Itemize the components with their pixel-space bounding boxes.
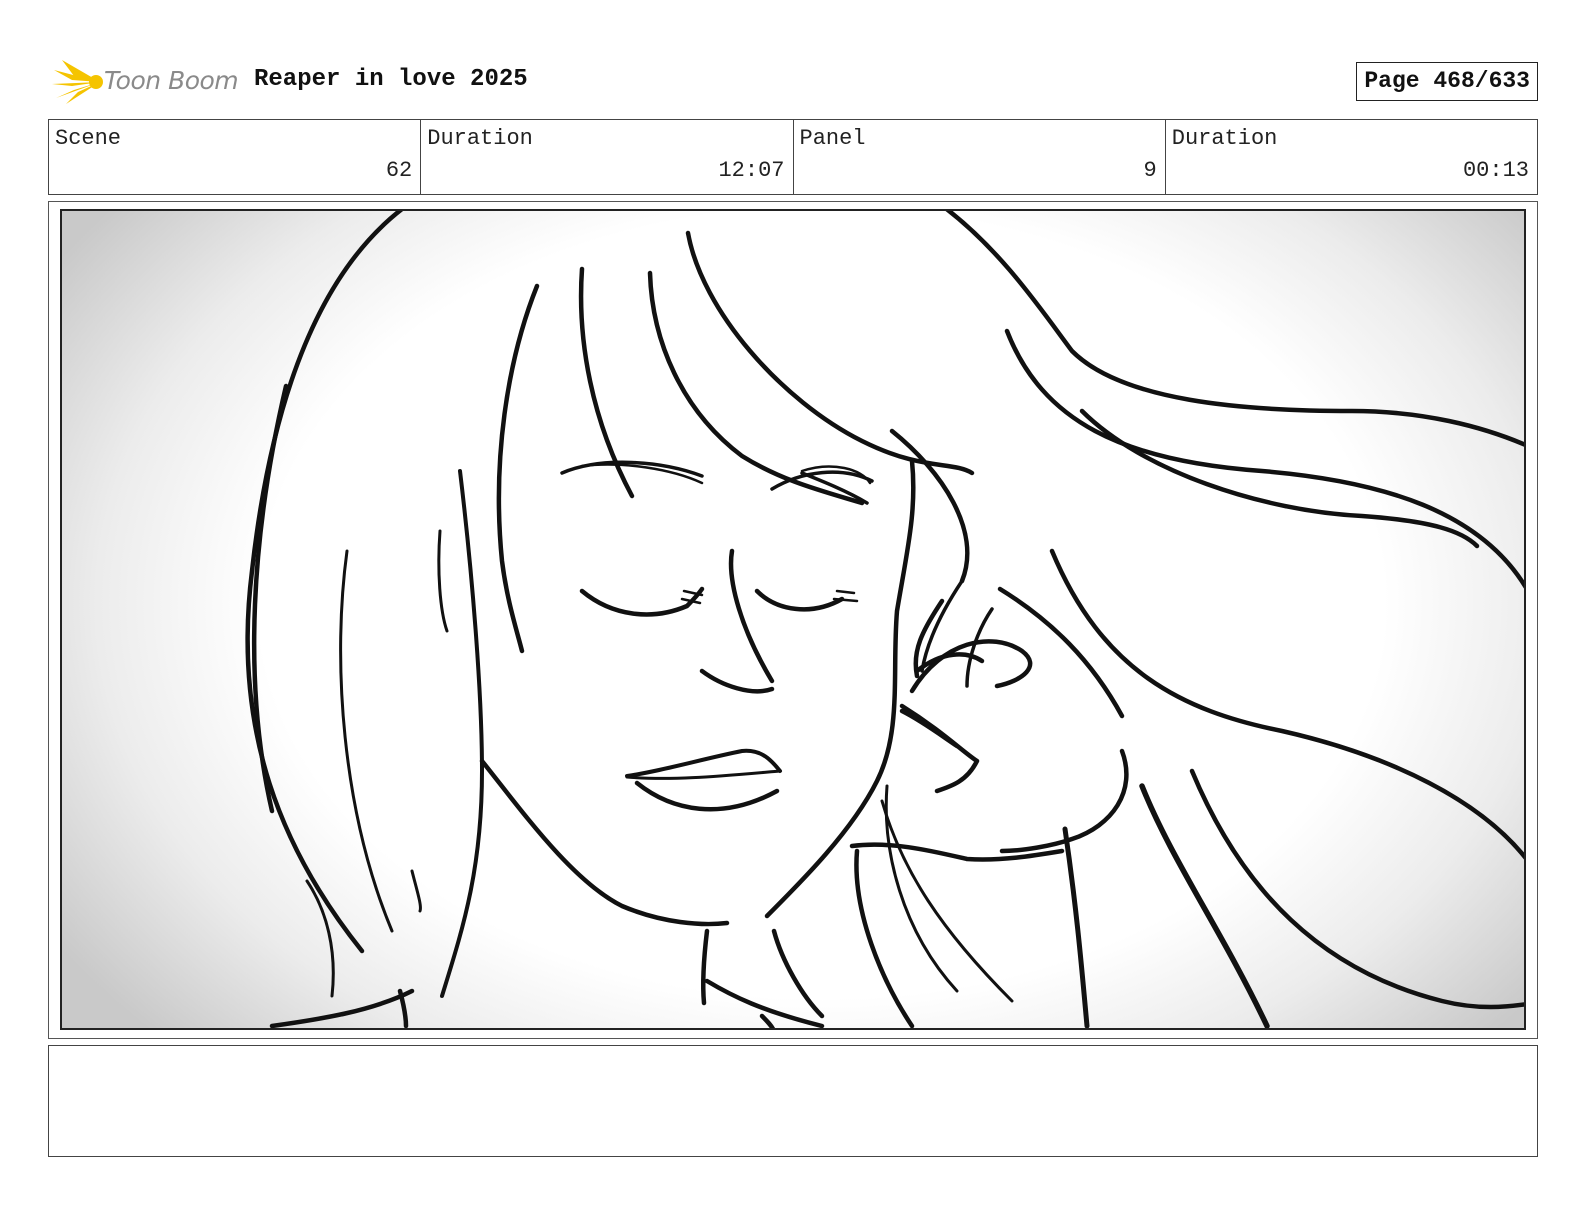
eye-right xyxy=(754,588,845,612)
neck-front xyxy=(771,928,825,1019)
hair-top-right xyxy=(945,211,1524,447)
scene-duration-value: 12:07 xyxy=(718,158,785,183)
storyboard-panel xyxy=(48,201,1538,1039)
neck-left xyxy=(700,928,710,1006)
panel-label: Panel xyxy=(799,126,866,151)
panel-notes-box xyxy=(48,1045,1538,1157)
hair-left-strand xyxy=(339,549,394,933)
hand-finger-3 xyxy=(965,607,994,688)
face-left-cheek xyxy=(479,758,730,927)
scene-info-table: Scene 62 Duration 12:07 Panel 9 Duration… xyxy=(48,119,1538,195)
hair-flow-2 xyxy=(1079,408,1480,549)
sketch-drawing xyxy=(245,211,1524,1028)
hair-behind-ear xyxy=(889,428,970,584)
hair-left-outer xyxy=(245,211,404,954)
mouth-bottom xyxy=(634,780,780,812)
collar-small xyxy=(759,1013,776,1028)
starburst-icon xyxy=(52,60,103,104)
face-right-cheek xyxy=(764,458,916,919)
panel-duration-cell: Duration 00:13 xyxy=(1166,120,1537,194)
scene-label: Scene xyxy=(55,126,122,151)
scene-duration-cell: Duration 12:07 xyxy=(421,120,794,194)
hair-flow-5 xyxy=(1139,783,1270,1028)
toon-boom-logo: Toon Boom xyxy=(48,54,248,108)
hair-left-long xyxy=(440,469,484,998)
hair-back-long xyxy=(1062,826,1090,1028)
page-header: Toon Boom Reaper in love 2025 Page 468/6… xyxy=(48,54,1538,108)
eyebrow-left-2 xyxy=(580,463,704,485)
scene-cell: Scene 62 xyxy=(49,120,422,194)
hair-flow-1 xyxy=(1004,328,1524,589)
panel-duration-value: 00:13 xyxy=(1462,158,1529,183)
collar-left xyxy=(854,848,915,1028)
ear-outer xyxy=(909,639,1033,694)
bang-1 xyxy=(496,283,540,654)
hair-left-strand-3 xyxy=(437,529,449,633)
bang-4 xyxy=(685,230,975,476)
panel-image xyxy=(60,209,1526,1030)
scene-value: 62 xyxy=(385,158,413,183)
eye-left xyxy=(579,586,705,617)
hair-left-strand-2 xyxy=(410,869,422,913)
eye-right-lash xyxy=(832,589,859,603)
hair-right-strand xyxy=(997,586,1125,719)
hair-left-curl xyxy=(305,879,335,998)
hand-thumb xyxy=(899,708,960,749)
panel-cell: Panel 9 xyxy=(794,120,1166,194)
panel-value: 9 xyxy=(1143,158,1157,183)
project-title: Reaper in love 2025 xyxy=(254,66,528,93)
page-number: Page 468/633 xyxy=(1356,62,1538,101)
nose xyxy=(699,548,775,694)
logo-text: Toon Boom xyxy=(104,66,239,95)
scene-duration-label: Duration xyxy=(427,126,533,151)
hair-left-bottom xyxy=(269,988,415,1028)
panel-duration-label: Duration xyxy=(1171,126,1278,151)
hair-flow-3 xyxy=(1049,548,1524,860)
